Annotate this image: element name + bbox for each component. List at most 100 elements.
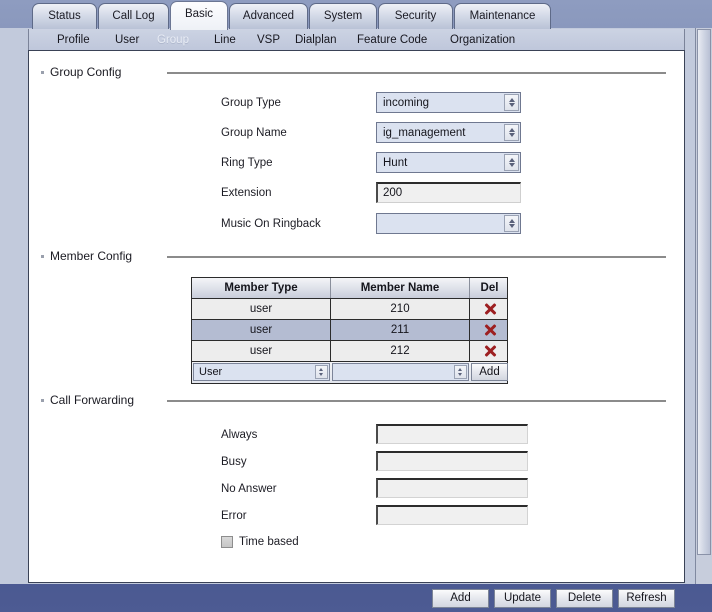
- tab-basic[interactable]: Basic: [170, 1, 228, 30]
- field-ring-type: Ring Type Hunt: [221, 152, 541, 174]
- delete-button[interactable]: Delete: [556, 589, 613, 608]
- subnav-item-group[interactable]: Group: [157, 32, 189, 48]
- tab-status[interactable]: Status: [32, 3, 97, 29]
- cell-member-name: 211: [331, 320, 470, 340]
- subnav-item-vsp[interactable]: VSP: [257, 32, 280, 48]
- subnav-item-line[interactable]: Line: [214, 32, 236, 48]
- forward-error-input[interactable]: [376, 505, 528, 525]
- column-header-member-type: Member Type: [192, 278, 331, 298]
- field-label: Extension: [221, 187, 272, 199]
- vertical-scrollbar[interactable]: [695, 28, 712, 584]
- cell-member-name: 210: [331, 299, 470, 319]
- spinner-icon[interactable]: [504, 124, 519, 141]
- update-button[interactable]: Update: [494, 589, 551, 608]
- add-button[interactable]: Add: [432, 589, 489, 608]
- subnav-item-profile[interactable]: Profile: [57, 32, 90, 48]
- sub-navigation-bar: Profile User Group Line VSP Dialplan Fea…: [28, 29, 685, 50]
- forward-busy-input[interactable]: [376, 451, 528, 471]
- member-table: Member Type Member Name Del user 210 use…: [191, 277, 508, 384]
- browser-window: Status Call Log Basic Advanced System Se…: [0, 0, 712, 612]
- scrollbar-thumb[interactable]: [697, 29, 711, 555]
- cell-member-type: user: [192, 299, 331, 319]
- section-bullet-icon: [41, 255, 44, 258]
- field-label: No Answer: [221, 483, 277, 495]
- subnav-item-organization[interactable]: Organization: [450, 32, 515, 48]
- section-title: Member Config: [50, 249, 133, 263]
- table-row[interactable]: user 211: [192, 320, 507, 341]
- forward-always-input[interactable]: [376, 424, 528, 444]
- section-divider: [167, 400, 666, 402]
- field-label: Music On Ringback: [221, 218, 321, 230]
- spinner-icon[interactable]: [454, 365, 467, 379]
- section-divider: [167, 256, 666, 258]
- ring-type-select[interactable]: Hunt: [376, 152, 521, 173]
- tab-advanced[interactable]: Advanced: [229, 3, 308, 29]
- spinner-icon[interactable]: [504, 94, 519, 111]
- music-on-ringback-select[interactable]: [376, 213, 521, 234]
- table-header-row: Member Type Member Name Del: [192, 278, 507, 299]
- field-label: Busy: [221, 456, 247, 468]
- tab-maintenance[interactable]: Maintenance: [454, 3, 551, 29]
- table-row[interactable]: user 212: [192, 341, 507, 362]
- field-group-type: Group Type incoming: [221, 92, 541, 114]
- subnav-item-user[interactable]: User: [115, 32, 139, 48]
- footer-button-bar: Add Update Delete Refresh: [0, 584, 712, 612]
- tab-call-log[interactable]: Call Log: [98, 3, 169, 29]
- spinner-icon[interactable]: [504, 215, 519, 232]
- field-group-name: Group Name ig_management: [221, 122, 541, 144]
- refresh-button[interactable]: Refresh: [618, 589, 675, 608]
- field-extension: Extension 200: [221, 182, 541, 204]
- section-bullet-icon: [41, 71, 44, 74]
- field-forward-no-answer: No Answer: [221, 478, 541, 500]
- delete-x-icon[interactable]: [482, 344, 497, 359]
- field-forward-error: Error: [221, 505, 541, 527]
- field-label: Always: [221, 429, 258, 441]
- spinner-icon[interactable]: [315, 365, 328, 379]
- field-label: Error: [221, 510, 247, 522]
- section-group-config: Group Config: [41, 65, 666, 79]
- section-title: Group Config: [50, 65, 122, 79]
- delete-x-icon[interactable]: [482, 302, 497, 317]
- cell-member-type: user: [192, 320, 331, 340]
- section-divider: [167, 72, 666, 74]
- extension-value: 200: [383, 187, 403, 199]
- ring-type-value: Hunt: [383, 157, 408, 169]
- subnav-item-dialplan[interactable]: Dialplan: [295, 32, 337, 48]
- add-member-type-select[interactable]: User: [193, 363, 330, 381]
- checkbox-box-icon[interactable]: [221, 536, 233, 548]
- section-member-config: Member Config: [41, 249, 666, 263]
- cell-member-name: 212: [331, 341, 470, 361]
- group-type-select[interactable]: incoming: [376, 92, 521, 113]
- group-type-value: incoming: [383, 97, 430, 109]
- delete-x-icon[interactable]: [482, 323, 497, 338]
- extension-input[interactable]: 200: [376, 182, 521, 203]
- cell-del: [470, 320, 509, 340]
- cell-member-type: user: [192, 341, 331, 361]
- field-label: Group Type: [221, 97, 281, 109]
- column-header-del: Del: [480, 282, 499, 294]
- column-header-member-name: Member Name: [331, 278, 470, 298]
- field-label: Group Name: [221, 127, 287, 139]
- subnav-item-feature-code[interactable]: Feature Code: [357, 32, 427, 48]
- forward-no-answer-input[interactable]: [376, 478, 528, 498]
- add-member-type-value: User: [199, 366, 223, 378]
- table-row[interactable]: user 210: [192, 299, 507, 320]
- section-call-forwarding: Call Forwarding: [41, 393, 666, 407]
- field-label: Ring Type: [221, 157, 273, 169]
- time-based-checkbox[interactable]: Time based: [221, 535, 341, 551]
- main-tab-strip: Status Call Log Basic Advanced System Se…: [0, 0, 712, 30]
- tab-system[interactable]: System: [309, 3, 377, 29]
- group-name-select[interactable]: ig_management: [376, 122, 521, 143]
- section-bullet-icon: [41, 399, 44, 402]
- add-member-name-select[interactable]: [332, 363, 469, 381]
- spinner-icon[interactable]: [504, 154, 519, 171]
- time-based-label: Time based: [239, 536, 299, 548]
- cell-del: [470, 341, 509, 361]
- cell-del: [470, 299, 509, 319]
- tab-security[interactable]: Security: [378, 3, 453, 29]
- table-add-row: User Add: [192, 362, 508, 383]
- field-music-on-ringback: Music On Ringback: [221, 213, 541, 235]
- add-member-button[interactable]: Add: [471, 363, 508, 381]
- field-forward-busy: Busy: [221, 451, 541, 473]
- section-title: Call Forwarding: [50, 393, 135, 407]
